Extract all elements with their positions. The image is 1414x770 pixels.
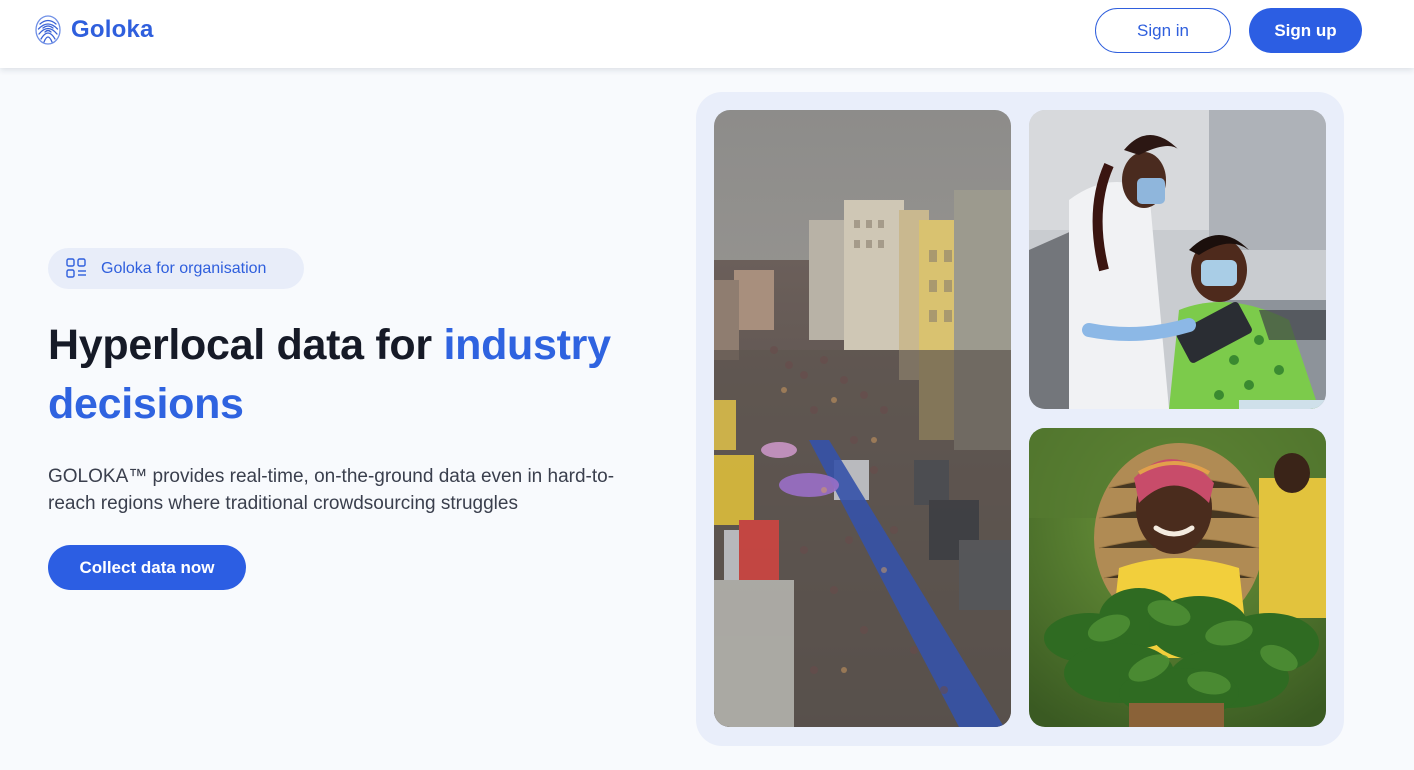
hero-headline: Hyperlocal data for industry decisions [48,316,668,434]
fingerprint-logo-icon [35,15,61,45]
grid-apps-icon [66,258,86,278]
site-header: Goloka Sign in Sign up [0,0,1414,68]
collect-data-button[interactable]: Collect data now [48,545,246,590]
market-street-photo [714,110,1011,727]
sign-in-button[interactable]: Sign in [1095,8,1231,53]
headline-main: Hyperlocal data for [48,321,444,369]
farmer-photo [1029,428,1326,727]
brand-logo[interactable]: Goloka [34,14,154,46]
health-worker-photo [1029,110,1326,409]
badge-label: Goloka for organisation [101,259,267,277]
organisation-badge[interactable]: Goloka for organisation [48,248,304,289]
sign-up-button[interactable]: Sign up [1249,8,1362,53]
brand-name: Goloka [71,16,154,43]
photo-gallery [696,92,1344,746]
hero-description: GOLOKA™ provides real-time, on-the-groun… [48,466,615,514]
